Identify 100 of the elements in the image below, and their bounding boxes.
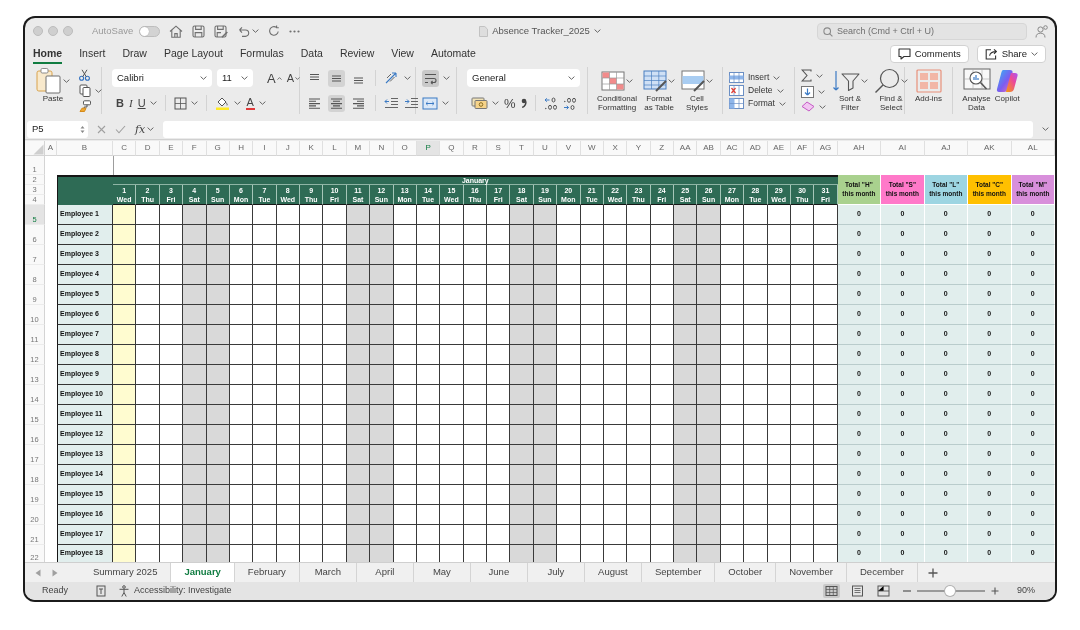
caret-icon[interactable] <box>190 101 198 105</box>
caret-icon[interactable] <box>816 73 823 78</box>
ribbon-tab[interactable]: Insert <box>79 44 106 64</box>
add-ins-button[interactable]: Add-ins <box>914 67 943 114</box>
column-header[interactable]: S <box>487 141 511 156</box>
column-header[interactable]: W <box>580 141 604 156</box>
zoom-in-icon[interactable] <box>991 587 999 595</box>
plus-icon[interactable] <box>927 567 938 578</box>
chevron-icon[interactable] <box>593 29 601 33</box>
align-center-icon[interactable] <box>328 94 345 112</box>
page-icon[interactable] <box>96 585 106 597</box>
sort-filter-button[interactable]: Sort & Filter <box>832 67 868 114</box>
ribbon-tab[interactable]: Formulas <box>239 44 284 64</box>
column-header[interactable]: O <box>393 141 417 156</box>
column-header[interactable]: X <box>603 141 628 156</box>
font-size-field[interactable]: 11 <box>217 69 253 87</box>
formula-input[interactable] <box>163 120 1033 138</box>
caret-icon[interactable] <box>818 89 825 94</box>
slider-thumb[interactable] <box>944 586 955 596</box>
column-header[interactable]: F <box>183 141 207 156</box>
normal-view-icon[interactable] <box>823 584 840 598</box>
column-header[interactable]: U <box>533 141 558 156</box>
text-angle-icon[interactable] <box>384 71 400 85</box>
analyse-data-button[interactable]: Analyse Data <box>962 67 991 114</box>
caret-icon[interactable] <box>258 101 266 105</box>
column-header[interactable]: AL <box>1011 141 1055 156</box>
underline-button[interactable]: U <box>137 97 146 109</box>
find-select-button[interactable]: Find & Select <box>874 67 908 114</box>
scissors-icon[interactable] <box>79 69 90 81</box>
currency-icon[interactable] <box>471 97 488 109</box>
save-edit-icon[interactable] <box>214 24 229 38</box>
column-header[interactable]: Q <box>440 141 464 156</box>
column-header[interactable]: K <box>300 141 324 156</box>
wrap-text-icon[interactable] <box>422 69 439 87</box>
decimal-decrease-icon[interactable] <box>562 96 577 110</box>
brush-icon[interactable] <box>79 100 91 112</box>
eraser-icon[interactable] <box>801 101 815 112</box>
checkmark-icon[interactable] <box>115 124 126 134</box>
fill-down-icon[interactable] <box>801 85 814 98</box>
column-header[interactable]: Z <box>650 141 674 156</box>
column-header[interactable]: AE <box>767 141 791 156</box>
share-button[interactable]: Share <box>976 45 1046 63</box>
column-header[interactable]: D <box>136 141 160 156</box>
autosave-toggle[interactable] <box>139 25 161 37</box>
ribbon-tab[interactable]: Draw <box>122 44 147 64</box>
person-icon[interactable] <box>1035 24 1048 38</box>
merge-cells-icon[interactable] <box>422 96 438 110</box>
arrow-left-icon[interactable] <box>35 568 41 577</box>
column-header[interactable]: M <box>346 141 371 156</box>
ribbon-tab[interactable]: Page Layout <box>163 44 223 64</box>
expand-caret-icon[interactable] <box>1042 127 1049 131</box>
caret-icon[interactable] <box>252 29 260 33</box>
caret-icon[interactable] <box>819 104 826 109</box>
home-icon[interactable] <box>169 24 184 38</box>
copy-icon[interactable] <box>79 84 91 97</box>
page-layout-icon[interactable] <box>849 584 866 598</box>
column-header[interactable]: AD <box>744 141 768 156</box>
cell-styles-button[interactable]: Cell Styles <box>681 67 713 114</box>
ribbon-tab[interactable]: Review <box>339 44 375 64</box>
ribbon-tab[interactable]: Data <box>300 44 323 64</box>
caret-icon[interactable] <box>443 76 450 80</box>
save-icon[interactable] <box>192 24 206 38</box>
page-break-icon[interactable] <box>875 584 892 598</box>
assistant-button[interactable]: Copilot <box>994 67 1020 114</box>
column-header[interactable]: L <box>323 141 347 156</box>
column-header[interactable]: H <box>229 141 254 156</box>
accessibility-status[interactable]: Accessibility: Investigate <box>134 584 232 598</box>
column-header[interactable]: AK <box>968 141 1012 156</box>
sheet-tab[interactable]: January <box>171 563 235 582</box>
column-header[interactable]: AC <box>720 141 745 156</box>
column-header[interactable]: AB <box>697 141 721 156</box>
comma-icon[interactable] <box>520 98 527 108</box>
format-button[interactable]: Format <box>729 97 788 110</box>
column-header[interactable]: I <box>253 141 277 156</box>
decimal-increase-icon[interactable] <box>543 96 558 110</box>
percent-button[interactable]: % <box>504 96 516 110</box>
indent-increase-icon[interactable] <box>404 97 419 109</box>
more-icon[interactable] <box>289 29 301 33</box>
column-header[interactable]: AH <box>837 141 882 156</box>
sum-icon[interactable] <box>801 69 812 82</box>
caret-icon[interactable] <box>404 76 411 80</box>
column-header[interactable]: C <box>113 141 137 156</box>
column-header[interactable]: T <box>510 141 534 156</box>
column-header[interactable]: AF <box>790 141 815 156</box>
ribbon-tab[interactable]: View <box>391 44 414 64</box>
ribbon-tab[interactable]: Automate <box>430 44 476 64</box>
column-header[interactable]: Y <box>627 141 651 156</box>
column-header[interactable]: G <box>206 141 230 156</box>
accessibility-icon[interactable] <box>118 585 130 597</box>
column-header[interactable]: B <box>57 141 113 156</box>
caret-icon[interactable] <box>233 101 241 105</box>
caret-icon[interactable] <box>492 101 499 105</box>
search-field[interactable]: Search (Cmd + Ctrl + U) <box>817 22 1027 40</box>
cancel-icon[interactable] <box>97 124 106 134</box>
comments-button[interactable]: Comments <box>889 45 969 63</box>
grow-font-button[interactable]: A <box>267 71 282 85</box>
column-header[interactable]: V <box>557 141 581 156</box>
undo-icon[interactable] <box>237 25 251 37</box>
paint-bucket-icon[interactable] <box>214 96 230 110</box>
column-header[interactable]: AA <box>674 141 698 156</box>
